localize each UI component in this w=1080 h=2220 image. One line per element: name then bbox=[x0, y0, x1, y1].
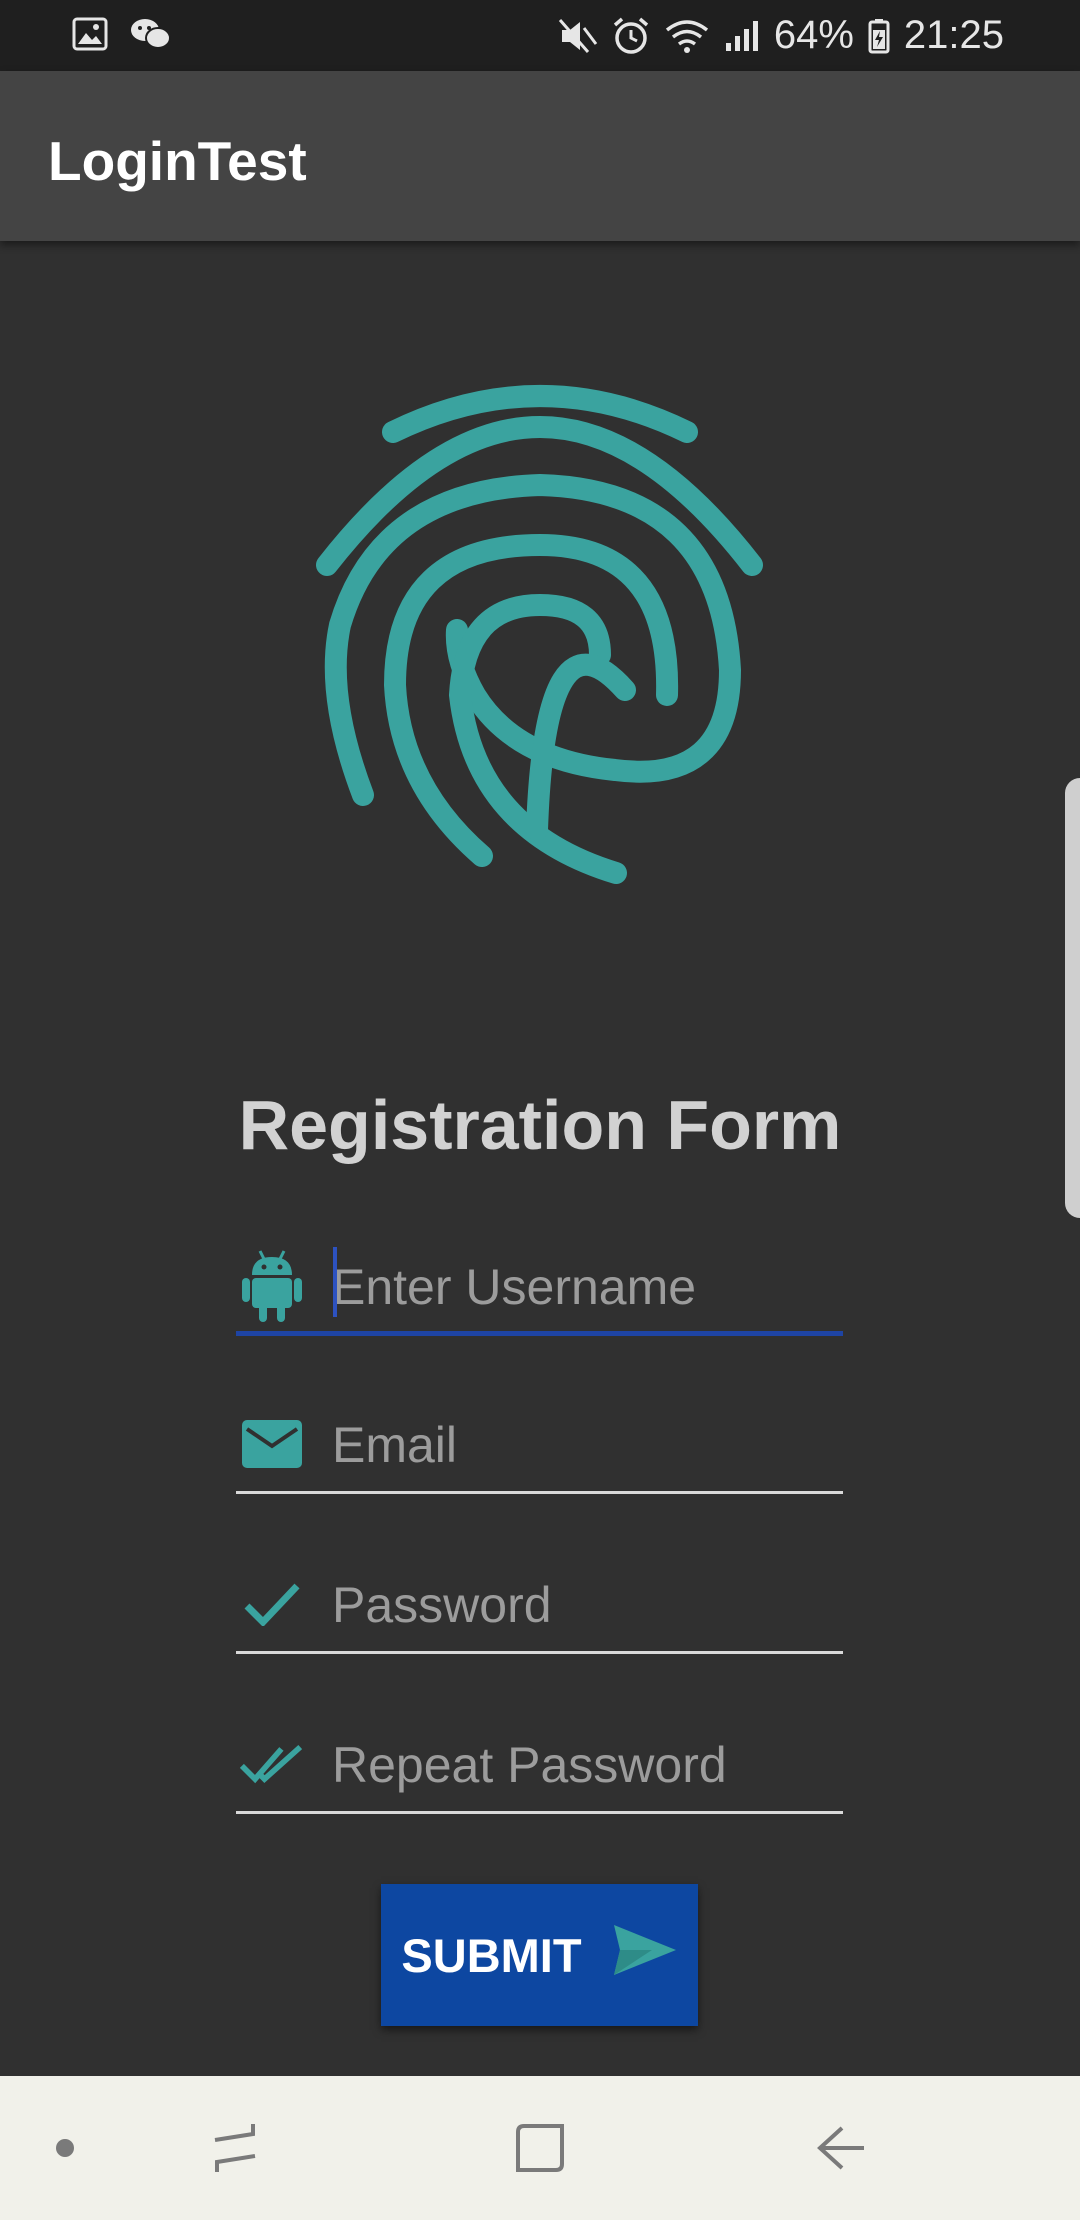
home-icon[interactable] bbox=[500, 2076, 580, 2220]
dot-icon[interactable] bbox=[40, 2076, 90, 2220]
wechat-icon bbox=[130, 16, 172, 57]
signal-icon bbox=[724, 19, 760, 53]
image-icon bbox=[72, 17, 108, 56]
battery-percent: 64% bbox=[773, 13, 854, 57]
password-input[interactable] bbox=[332, 1570, 832, 1640]
back-icon[interactable] bbox=[800, 2076, 880, 2220]
submit-label: SUBMIT bbox=[401, 1928, 582, 1982]
nav-bar bbox=[0, 2076, 1080, 2220]
alarm-icon bbox=[612, 17, 650, 55]
password-field bbox=[236, 1544, 843, 1654]
app-bar: LoginTest bbox=[0, 71, 1080, 241]
status-right: 64% 21:25 bbox=[558, 0, 1004, 71]
mail-icon bbox=[240, 1408, 304, 1480]
repeat-password-underline bbox=[236, 1811, 843, 1814]
clock-time: 21:25 bbox=[903, 13, 1004, 57]
text-cursor bbox=[333, 1247, 337, 1317]
repeat-password-field bbox=[236, 1704, 843, 1814]
status-bar: 64% 21:25 bbox=[0, 0, 1080, 71]
status-left bbox=[72, 16, 172, 57]
email-underline bbox=[236, 1491, 843, 1494]
wifi-icon bbox=[664, 18, 710, 54]
password-underline bbox=[236, 1651, 843, 1654]
email-input[interactable] bbox=[332, 1410, 832, 1480]
send-icon bbox=[612, 1923, 678, 1988]
submit-button[interactable]: SUBMIT bbox=[381, 1884, 698, 2026]
email-field bbox=[236, 1384, 843, 1494]
battery-icon bbox=[868, 18, 890, 54]
username-underline bbox=[236, 1331, 843, 1336]
fingerprint-icon bbox=[316, 385, 763, 884]
check-icon bbox=[240, 1568, 304, 1640]
username-input[interactable] bbox=[332, 1252, 832, 1322]
scroll-handle[interactable] bbox=[1065, 778, 1080, 1218]
repeat-password-input[interactable] bbox=[332, 1730, 832, 1800]
double-check-icon bbox=[240, 1728, 304, 1800]
username-field bbox=[236, 1226, 843, 1336]
app-title: LoginTest bbox=[48, 130, 307, 192]
android-icon bbox=[240, 1250, 304, 1322]
recent-apps-icon[interactable] bbox=[195, 2076, 275, 2220]
form-title: Registration Form bbox=[238, 1086, 842, 1164]
mute-icon bbox=[558, 18, 598, 54]
